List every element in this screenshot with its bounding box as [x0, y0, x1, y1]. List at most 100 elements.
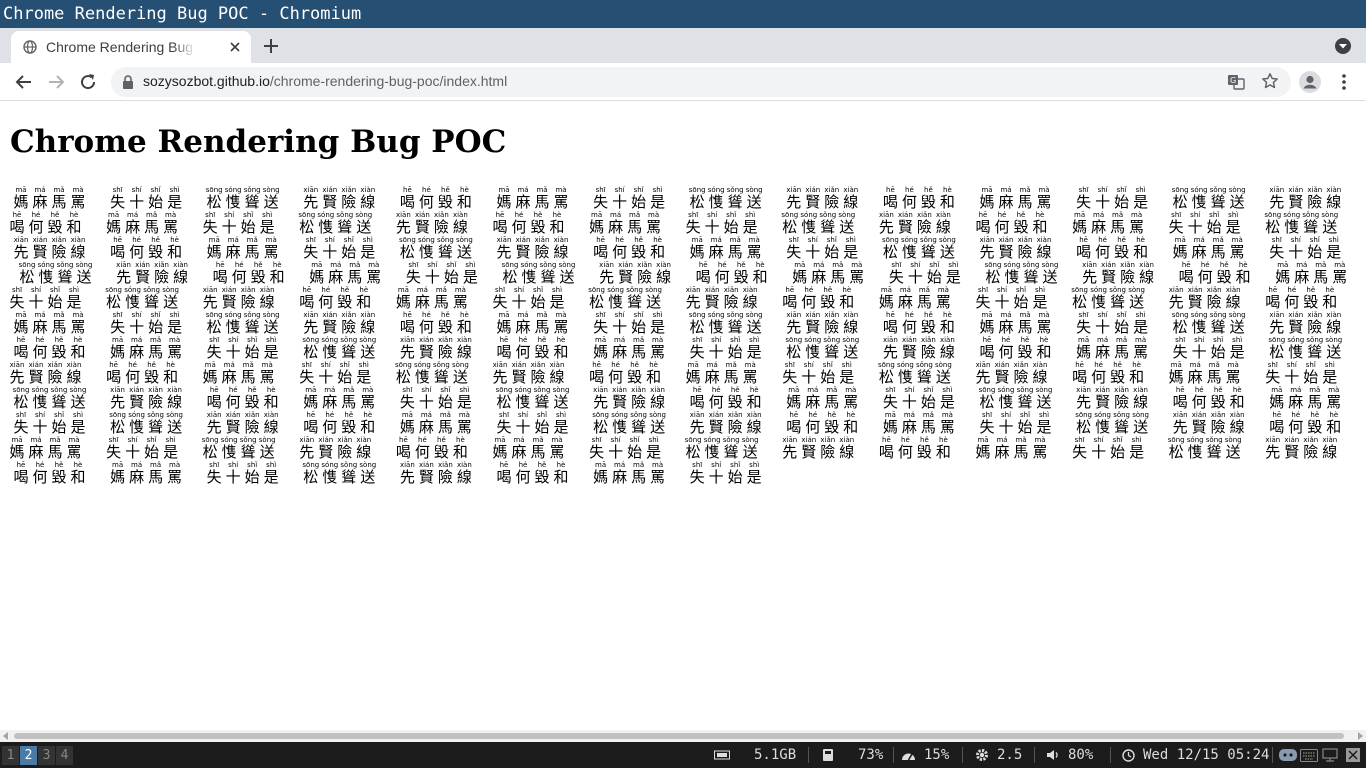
hanzi-row: 失十始是 [973, 293, 1053, 311]
hanzi-char: 險 [631, 393, 647, 411]
hanzi-char: 和 [70, 343, 86, 361]
hanzi-char: 聳 [1023, 268, 1039, 286]
hanzi-row: 喝何毀和 [210, 268, 290, 286]
workspace-2[interactable]: 2 [20, 746, 37, 765]
ruby-group: shī shí shǐ shì 失十始是 [1074, 186, 1154, 211]
hanzi-char: 賢 [708, 418, 724, 436]
avatar-icon[interactable] [1299, 71, 1321, 93]
hanzi-char: 始 [631, 193, 647, 211]
hanzi-char: 喝 [593, 243, 609, 261]
tray-app-icon[interactable] [1345, 747, 1361, 763]
hanzi-char: 麻 [125, 218, 141, 236]
kebab-menu-icon[interactable] [1334, 72, 1354, 92]
hanzi-row: 媽麻馬罵 [11, 318, 91, 336]
ruby-group: shī shí shǐ shì 失十始是 [1074, 311, 1154, 336]
hanzi-char: 十 [318, 368, 334, 386]
translate-icon[interactable]: G [1227, 73, 1245, 91]
scroll-left-arrow-icon[interactable] [3, 732, 8, 740]
hanzi-char: 送 [1042, 268, 1058, 286]
network-tray-icon[interactable] [1322, 748, 1338, 763]
hanzi-char: 毀 [820, 293, 836, 311]
url-text[interactable]: sozysozbot.github.io/chrome-rendering-bu… [143, 73, 507, 89]
hanzi-char: 喝 [13, 468, 29, 486]
hanzi-char: 送 [360, 343, 376, 361]
hanzi-row: 先賢險線 [1166, 293, 1246, 311]
hanzi-row: 失十始是 [200, 218, 280, 236]
plus-icon[interactable] [262, 37, 280, 55]
hanzi-char: 媽 [593, 468, 609, 486]
ruby-group: xiān xián xiǎn xiàn 先賢險線 [204, 411, 284, 436]
hanzi-row: 媽麻馬罵 [687, 243, 767, 261]
arrow-left-icon[interactable] [14, 72, 34, 92]
hanzi-char: 罵 [167, 343, 183, 361]
hanzi-char: 先 [1265, 443, 1281, 461]
hanzi-char: 送 [70, 393, 86, 411]
hanzi-char: 罵 [456, 418, 472, 436]
hanzi-row: 失十始是 [591, 193, 671, 211]
hanzi-char: 始 [1303, 368, 1319, 386]
tab-active[interactable]: Chrome Rendering Bug POC [11, 31, 251, 63]
close-icon[interactable] [227, 39, 243, 55]
hanzi-char: 和 [646, 368, 662, 386]
hanzi-row: 媽麻馬罵 [1267, 393, 1347, 411]
hanzi-char: 愯 [1187, 443, 1203, 461]
ruby-group: hē hé hě hè 喝何毀和 [397, 311, 477, 336]
hanzi-row: 失十始是 [204, 343, 284, 361]
hanzi-char: 線 [742, 293, 758, 311]
hanzi-char: 喝 [882, 193, 898, 211]
workspace-3[interactable]: 3 [38, 746, 55, 765]
hanzi-char: 馬 [1017, 193, 1033, 211]
ruby-group: mā má mǎ mà 媽麻馬罵 [494, 186, 574, 211]
hanzi-char: 馬 [631, 343, 647, 361]
hanzi-char: 線 [452, 218, 468, 236]
hanzi-char: 險 [1307, 318, 1323, 336]
hanzi-char: 失 [1265, 368, 1281, 386]
discord-tray-icon[interactable] [1278, 748, 1298, 762]
lock-icon[interactable] [122, 75, 134, 89]
hanzi-char: 是 [66, 293, 82, 311]
hanzi-char: 罵 [935, 293, 951, 311]
ruby-group: shī shí shǐ shì 失十始是 [397, 386, 477, 411]
scrollbar-thumb[interactable] [14, 733, 1344, 739]
hanzi-char: 麻 [811, 268, 827, 286]
arrow-right-icon[interactable] [46, 72, 66, 92]
hanzi-char: 媽 [589, 218, 605, 236]
hanzi-char: 和 [163, 368, 179, 386]
hanzi-char: 愯 [801, 218, 817, 236]
hanzi-row: 喝何毀和 [1176, 268, 1256, 286]
hanzi-char: 媽 [593, 343, 609, 361]
ruby-group: shī shí shǐ shì 失十始是 [1166, 211, 1246, 236]
hanzi-char: 是 [746, 468, 762, 486]
reload-icon[interactable] [78, 72, 98, 92]
hanzi-char: 松 [1269, 343, 1285, 361]
ruby-group: xiān xián xiǎn xiàn 先賢險線 [977, 236, 1057, 261]
ruby-group: mā má mǎ mà 媽麻馬罵 [7, 436, 87, 461]
hanzi-char: 線 [167, 393, 183, 411]
ruby-group: xiān xián xiǎn xiàn 先賢險線 [1166, 286, 1246, 311]
workspace-1[interactable]: 1 [2, 746, 19, 765]
volume-status[interactable]: 80% [1046, 742, 1093, 768]
hanzi-char: 是 [70, 418, 86, 436]
address-bar[interactable]: sozysozbot.github.io/chrome-rendering-bu… [111, 67, 1291, 97]
hanzi-char: 失 [689, 468, 705, 486]
workspace-4[interactable]: 4 [56, 746, 73, 765]
hanzi-char: 愯 [998, 393, 1014, 411]
hanzi-char: 賢 [225, 418, 241, 436]
scroll-right-arrow-icon[interactable] [1358, 732, 1363, 740]
hanzi-char: 送 [1133, 418, 1149, 436]
hanzi-char: 愯 [608, 293, 624, 311]
hanzi-char: 馬 [1210, 243, 1226, 261]
hanzi-char: 始 [148, 193, 164, 211]
chevron-down-circle-icon[interactable] [1333, 36, 1353, 56]
hanzi-char: 松 [1265, 218, 1281, 236]
keyboard-tray-icon[interactable] [1300, 749, 1318, 762]
horizontal-scrollbar[interactable] [0, 730, 1366, 742]
hanzi-row: 喝何毀和 [11, 468, 91, 486]
hanzi-char: 何 [708, 393, 724, 411]
hanzi-char: 和 [1235, 268, 1251, 286]
hanzi-char: 喝 [1178, 268, 1194, 286]
ruby-group: xiān xián xiǎn xiàn 先賢險線 [397, 336, 477, 361]
star-icon[interactable] [1261, 72, 1279, 90]
clock: Wed 12/15 05:24 [1122, 742, 1269, 768]
hanzi-char: 失 [975, 293, 991, 311]
